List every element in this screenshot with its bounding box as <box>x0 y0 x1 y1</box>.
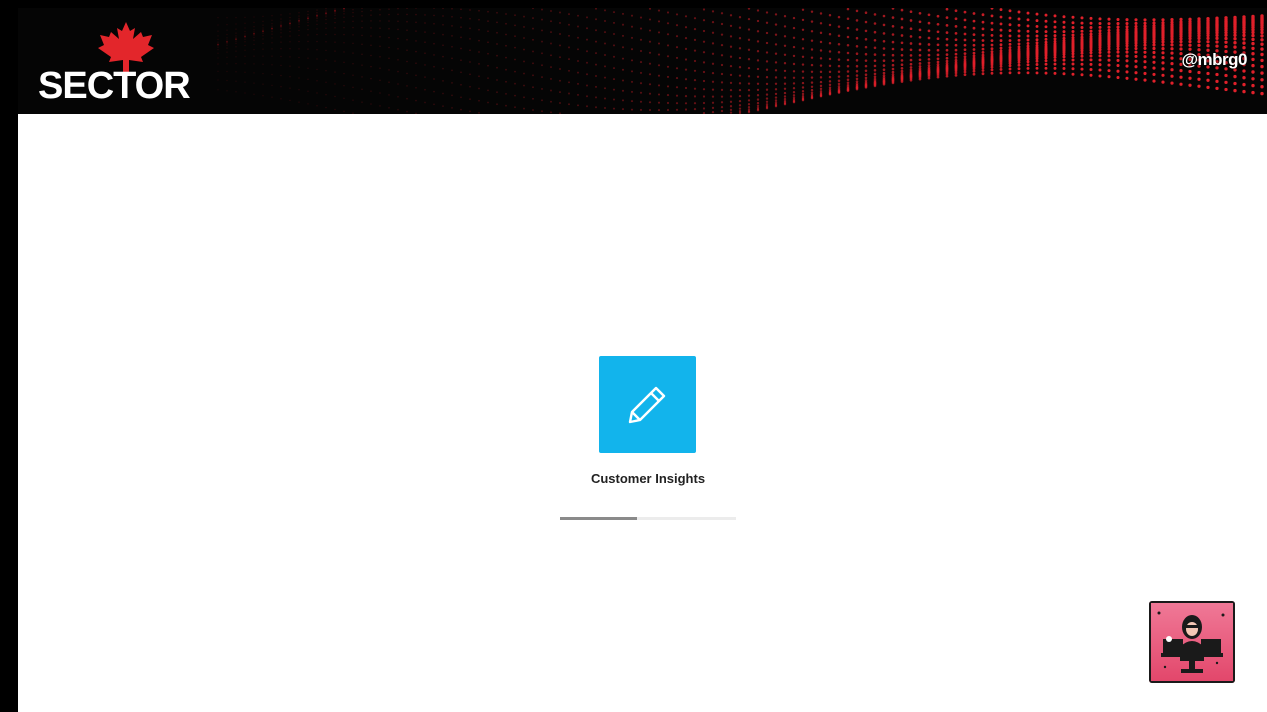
sector-logo: SECTOR <box>38 22 218 107</box>
loading-progress-bar <box>560 517 736 520</box>
loading-progress-fill <box>560 517 638 520</box>
app-loading-indicator: Customer Insights <box>560 356 736 526</box>
user-handle: @mbrg0 <box>1181 50 1247 69</box>
pencil-icon <box>628 386 666 424</box>
app-tile[interactable] <box>599 356 696 453</box>
logo-wordmark: SECTOR <box>38 65 191 107</box>
event-banner: SECTOR @mbrg0 <box>18 8 1267 114</box>
presenter-avatar-icon <box>1149 601 1235 683</box>
app-window: SECTOR @mbrg0 Customer Insights <box>18 8 1267 712</box>
app-name-label: Customer Insights <box>590 471 706 486</box>
